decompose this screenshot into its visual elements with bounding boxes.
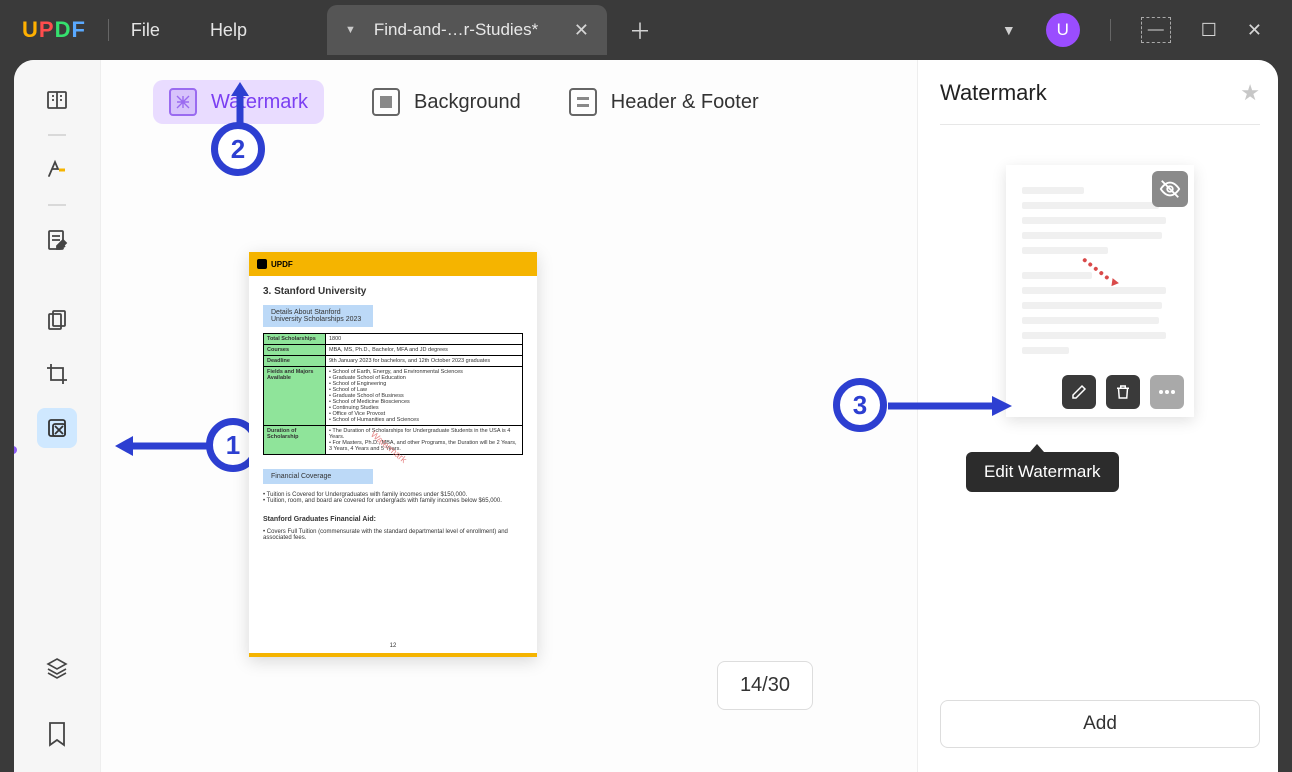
app-logo: UPDF <box>22 17 86 43</box>
annotation-3: 3 <box>833 378 887 432</box>
comment-tool[interactable] <box>37 150 77 190</box>
doc-fin-aid-hdr: Stanford Graduates Financial Aid: <box>263 516 523 523</box>
menu-divider <box>108 19 109 41</box>
doc-brand: UPDF <box>271 260 293 269</box>
tab-header-footer[interactable]: Header & Footer <box>569 88 759 116</box>
stage: Watermark Background Header & Footer 2 <box>100 60 918 772</box>
edit-watermark-button[interactable] <box>1062 375 1096 409</box>
layers-tool[interactable] <box>37 648 77 688</box>
doc-fin-box: Financial Coverage <box>263 469 373 484</box>
doc-blue-box: Details About Stanford University Schola… <box>263 305 373 327</box>
side-sep2 <box>48 204 66 206</box>
bookmark-tool[interactable] <box>37 714 77 754</box>
menu-file[interactable]: File <box>131 20 160 41</box>
annotation-1-arrow <box>111 432 207 460</box>
doc-table: Total Scholarships1800 CoursesMBA, MS, P… <box>263 333 523 455</box>
user-avatar[interactable]: U <box>1046 13 1080 47</box>
edit-tool[interactable] <box>37 220 77 260</box>
document-tab[interactable]: ▼ Find-and-…r-Studies* ✕ <box>327 5 607 55</box>
tab-title: Find-and-…r-Studies* <box>374 20 538 40</box>
indicator-dot <box>14 446 17 454</box>
organize-tool[interactable] <box>37 300 77 340</box>
reader-tool[interactable] <box>37 80 77 120</box>
headerfooter-icon <box>569 88 597 116</box>
edit-watermark-tooltip: Edit Watermark <box>966 452 1119 492</box>
doc-heading: 3. Stanford University <box>263 286 523 297</box>
favorite-icon[interactable]: ★ <box>1240 80 1260 106</box>
add-watermark-button[interactable]: Add <box>940 700 1260 748</box>
watermark-icon <box>169 88 197 116</box>
tab-close-icon[interactable]: ✕ <box>574 20 589 41</box>
more-watermark-button[interactable] <box>1150 375 1184 409</box>
close-button[interactable]: ✕ <box>1247 20 1262 41</box>
crop-tool[interactable] <box>37 354 77 394</box>
doc-fin-aid-txt: • Covers Full Tuition (commensurate with… <box>263 529 523 541</box>
window-controls: ▼ U — ☐ ✕ <box>1002 13 1262 47</box>
annotation-3-arrow <box>888 392 1014 420</box>
delete-watermark-button[interactable] <box>1106 375 1140 409</box>
document-preview[interactable]: UPDF 3. Stanford University Details Abou… <box>249 252 537 657</box>
tab-background[interactable]: Background <box>372 88 521 116</box>
side-toolbar <box>14 60 100 772</box>
minimize-button[interactable]: — <box>1141 17 1171 43</box>
background-icon <box>372 88 400 116</box>
avatar-letter: U <box>1057 20 1069 40</box>
menu-help[interactable]: Help <box>210 20 247 41</box>
tab-headerfooter-label: Header & Footer <box>611 91 759 114</box>
tab-dropdown-icon[interactable]: ▼ <box>345 24 356 36</box>
doc-fin-list: • Tuition is Covered for Undergraduates … <box>263 492 523 504</box>
right-panel: Watermark ★ <box>918 60 1278 772</box>
visibility-off-icon[interactable] <box>1152 171 1188 207</box>
maximize-button[interactable]: ☐ <box>1201 20 1217 41</box>
tab-background-label: Background <box>414 91 521 114</box>
watermark-thumbnail[interactable] <box>1006 165 1194 417</box>
top-tabs: Watermark Background Header & Footer <box>101 60 917 134</box>
page-tools[interactable] <box>37 408 77 448</box>
tabbar: ▼ Find-and-…r-Studies* ✕ ＋ <box>327 5 651 55</box>
add-tab-button[interactable]: ＋ <box>629 14 651 46</box>
annotation-2-arrow <box>228 80 252 126</box>
controls-divider <box>1110 19 1111 41</box>
doc-page-num: 12 <box>390 643 397 649</box>
chevron-down-icon[interactable]: ▼ <box>1002 22 1016 38</box>
body-frame: Watermark Background Header & Footer 2 <box>14 60 1278 772</box>
titlebar: UPDF File Help ▼ Find-and-…r-Studies* ✕ … <box>0 0 1292 60</box>
side-sep <box>48 134 66 136</box>
tab-watermark-label: Watermark <box>211 91 308 114</box>
annotation-2: 2 <box>211 122 265 176</box>
page-counter[interactable]: 14/30 <box>717 661 813 710</box>
right-panel-title: Watermark <box>940 80 1047 106</box>
